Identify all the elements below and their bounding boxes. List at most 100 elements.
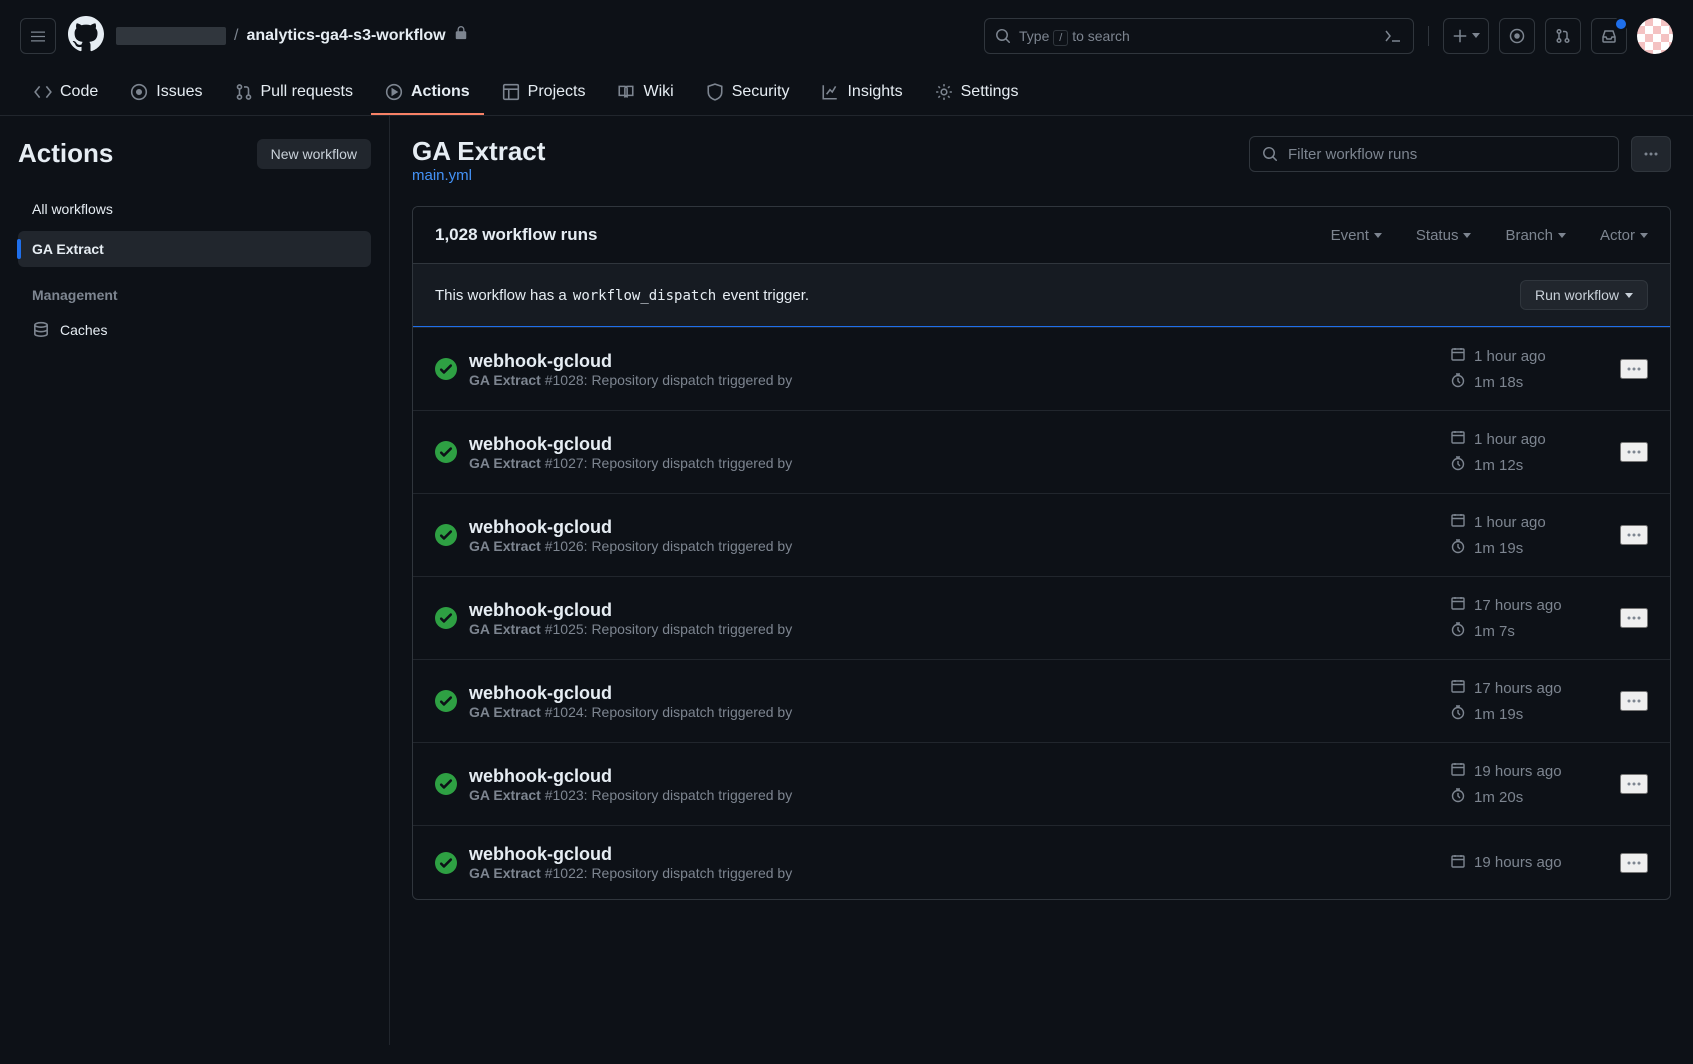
- run-duration: 1m 7s: [1450, 621, 1600, 641]
- run-menu-button[interactable]: [1620, 691, 1648, 711]
- owner-name[interactable]: [116, 27, 226, 45]
- filter-workflow-runs[interactable]: [1249, 136, 1619, 172]
- github-logo[interactable]: [68, 16, 104, 55]
- hamburger-menu[interactable]: [20, 18, 56, 54]
- run-menu-button[interactable]: [1620, 853, 1648, 873]
- run-menu-button[interactable]: [1620, 608, 1648, 628]
- notifications-button[interactable]: [1591, 18, 1627, 54]
- status-success-icon: [435, 690, 457, 712]
- run-title-link[interactable]: webhook-gcloud: [469, 434, 612, 454]
- search-icon: [995, 28, 1011, 44]
- pull-requests-button[interactable]: [1545, 18, 1581, 54]
- new-workflow-button[interactable]: New workflow: [257, 139, 371, 169]
- status-success-icon: [435, 441, 457, 463]
- run-subtitle: GA Extract #1027: Repository dispatch tr…: [469, 455, 1450, 471]
- issue-icon: [1509, 28, 1525, 44]
- run-menu-button[interactable]: [1620, 442, 1648, 462]
- tab-projects[interactable]: Projects: [488, 71, 600, 115]
- filter-event[interactable]: Event: [1331, 227, 1382, 244]
- tab-pull-requests[interactable]: Pull requests: [221, 71, 368, 115]
- run-subtitle: GA Extract #1022: Repository dispatch tr…: [469, 865, 1450, 881]
- stopwatch-icon: [1450, 704, 1466, 724]
- global-search[interactable]: Type / to search: [984, 18, 1414, 54]
- run-title-link[interactable]: webhook-gcloud: [469, 351, 612, 371]
- run-title-link[interactable]: webhook-gcloud: [469, 600, 612, 620]
- dispatch-text: This workflow has a workflow_dispatch ev…: [435, 287, 809, 304]
- run-timestamp: 17 hours ago: [1450, 678, 1600, 698]
- workflow-run-row: webhook-gcloud GA Extract #1028: Reposit…: [413, 327, 1670, 410]
- run-timestamp: 19 hours ago: [1450, 853, 1600, 873]
- filter-actor[interactable]: Actor: [1600, 227, 1648, 244]
- run-duration: 1m 20s: [1450, 787, 1600, 807]
- command-palette-icon: [1383, 26, 1403, 46]
- tab-wiki[interactable]: Wiki: [603, 71, 687, 115]
- chevron-down-icon: [1558, 233, 1566, 238]
- stopwatch-icon: [1450, 538, 1466, 558]
- sidebar-workflow-ga-extract[interactable]: GA Extract: [18, 231, 371, 267]
- chevron-down-icon: [1463, 233, 1471, 238]
- run-timestamp: 1 hour ago: [1450, 512, 1600, 532]
- database-icon: [32, 321, 50, 339]
- run-menu-button[interactable]: [1620, 774, 1648, 794]
- filter-input[interactable]: [1288, 146, 1606, 163]
- chevron-down-icon: [1374, 233, 1382, 238]
- run-subtitle: GA Extract #1026: Repository dispatch tr…: [469, 538, 1450, 554]
- tab-actions[interactable]: Actions: [371, 71, 484, 115]
- run-duration: 1m 19s: [1450, 704, 1600, 724]
- repo-name[interactable]: analytics-ga4-s3-workflow: [246, 27, 445, 45]
- actions-title: Actions: [18, 138, 113, 169]
- search-icon: [1262, 146, 1278, 162]
- tab-settings[interactable]: Settings: [921, 71, 1033, 115]
- run-timestamp: 17 hours ago: [1450, 595, 1600, 615]
- user-avatar[interactable]: [1637, 18, 1673, 54]
- lock-icon: [454, 26, 468, 45]
- run-workflow-button[interactable]: Run workflow: [1520, 280, 1648, 310]
- sidebar-caches[interactable]: Caches: [18, 311, 371, 349]
- management-heading: Management: [18, 271, 371, 311]
- tab-security[interactable]: Security: [692, 71, 804, 115]
- workflow-run-row: webhook-gcloud GA Extract #1022: Reposit…: [413, 825, 1670, 899]
- run-duration: 1m 19s: [1450, 538, 1600, 558]
- stopwatch-icon: [1450, 787, 1466, 807]
- workflow-menu-button[interactable]: [1631, 136, 1671, 172]
- status-success-icon: [435, 607, 457, 629]
- run-menu-button[interactable]: [1620, 525, 1648, 545]
- status-success-icon: [435, 773, 457, 795]
- calendar-icon: [1450, 595, 1466, 615]
- workflow-run-row: webhook-gcloud GA Extract #1025: Reposit…: [413, 576, 1670, 659]
- chevron-down-icon: [1640, 233, 1648, 238]
- breadcrumb: / analytics-ga4-s3-workflow: [116, 26, 468, 45]
- workflow-run-row: webhook-gcloud GA Extract #1024: Reposit…: [413, 659, 1670, 742]
- create-new-button[interactable]: [1443, 18, 1489, 54]
- tab-issues[interactable]: Issues: [116, 71, 216, 115]
- run-menu-button[interactable]: [1620, 359, 1648, 379]
- run-title-link[interactable]: webhook-gcloud: [469, 683, 612, 703]
- run-timestamp: 19 hours ago: [1450, 761, 1600, 781]
- issues-button[interactable]: [1499, 18, 1535, 54]
- run-title-link[interactable]: webhook-gcloud: [469, 766, 612, 786]
- run-subtitle: GA Extract #1028: Repository dispatch tr…: [469, 372, 1450, 388]
- runs-count: 1,028 workflow runs: [435, 225, 598, 245]
- sidebar-all-workflows[interactable]: All workflows: [18, 191, 371, 227]
- filter-branch[interactable]: Branch: [1505, 227, 1566, 244]
- calendar-icon: [1450, 678, 1466, 698]
- stopwatch-icon: [1450, 372, 1466, 392]
- calendar-icon: [1450, 429, 1466, 449]
- filter-status[interactable]: Status: [1416, 227, 1472, 244]
- run-title-link[interactable]: webhook-gcloud: [469, 517, 612, 537]
- calendar-icon: [1450, 853, 1466, 873]
- tab-code[interactable]: Code: [20, 71, 112, 115]
- run-timestamp: 1 hour ago: [1450, 429, 1600, 449]
- workflow-file-link[interactable]: main.yml: [412, 167, 472, 184]
- chevron-down-icon: [1625, 293, 1633, 298]
- stopwatch-icon: [1450, 455, 1466, 475]
- run-title-link[interactable]: webhook-gcloud: [469, 844, 612, 864]
- run-subtitle: GA Extract #1024: Repository dispatch tr…: [469, 704, 1450, 720]
- status-success-icon: [435, 524, 457, 546]
- status-success-icon: [435, 358, 457, 380]
- run-duration: 1m 18s: [1450, 372, 1600, 392]
- workflow-run-row: webhook-gcloud GA Extract #1023: Reposit…: [413, 742, 1670, 825]
- calendar-icon: [1450, 761, 1466, 781]
- kebab-icon: [1643, 146, 1659, 162]
- tab-insights[interactable]: Insights: [807, 71, 916, 115]
